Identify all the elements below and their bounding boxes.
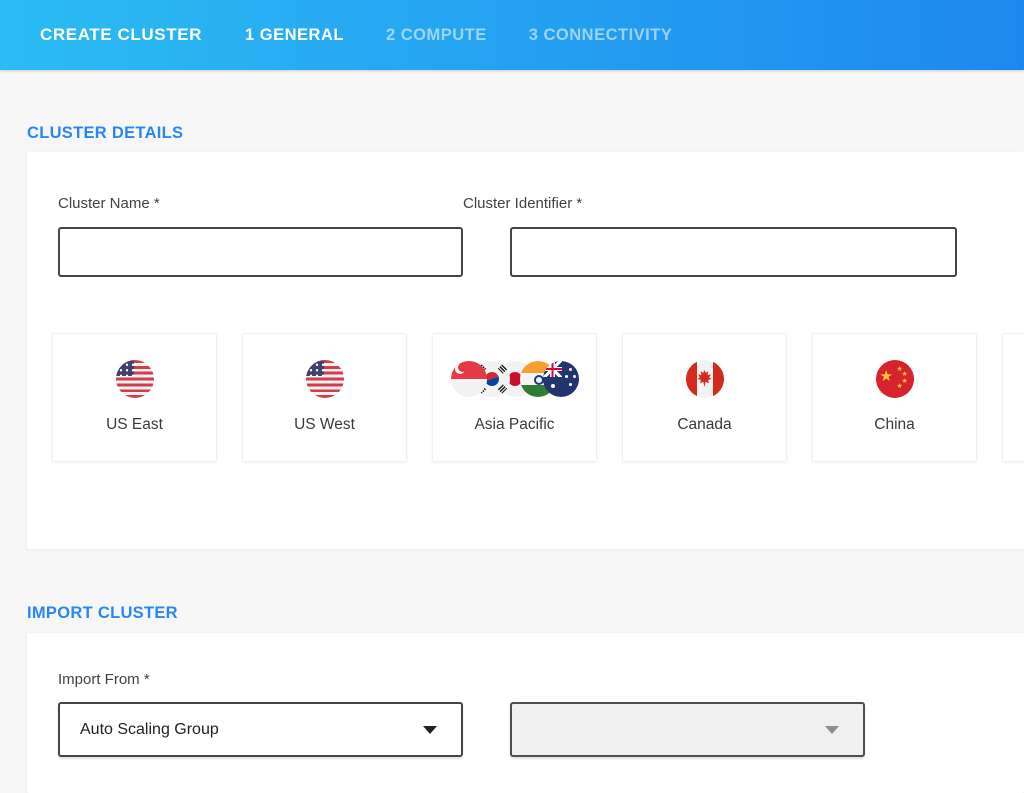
- cluster-identifier-label: Cluster Identifier *: [463, 195, 957, 213]
- china-flag-icon: ★★★★★: [876, 360, 914, 398]
- tab-compute[interactable]: 2 COMPUTE: [386, 26, 487, 45]
- cluster-identifier-input[interactable]: [510, 227, 957, 277]
- tab-connectivity[interactable]: 3 CONNECTIVITY: [529, 26, 673, 45]
- australia-flag-icon: [543, 361, 579, 397]
- cluster-details-card: Cluster Name * Cluster Identifier * US E…: [27, 152, 1024, 549]
- cluster-fields-row: Cluster Name * Cluster Identifier *: [58, 195, 1024, 277]
- import-cluster-heading: IMPORT CLUSTER: [27, 549, 1024, 622]
- wizard-header: CREATE CLUSTER 1 GENERAL 2 COMPUTE 3 CON…: [0, 0, 1024, 70]
- import-from-selected-value: Auto Scaling Group: [80, 721, 219, 739]
- asia-pacific-flags-icon: [451, 360, 579, 398]
- cluster-name-field: Cluster Name *: [58, 195, 463, 277]
- region-card-partial[interactable]: [1002, 333, 1024, 462]
- region-card-asia-pacific[interactable]: Asia Pacific: [432, 333, 597, 462]
- us-flag-icon: [116, 360, 154, 398]
- cluster-identifier-field: Cluster Identifier *: [463, 195, 957, 277]
- import-from-select[interactable]: Auto Scaling Group: [58, 702, 463, 757]
- import-source-select[interactable]: [510, 702, 865, 757]
- tab-general[interactable]: 1 GENERAL: [245, 26, 344, 45]
- chevron-down-icon: [423, 726, 437, 734]
- singapore-flag-icon: [451, 361, 487, 397]
- us-flag-icon: [306, 360, 344, 398]
- cluster-name-label: Cluster Name *: [58, 195, 463, 213]
- wizard-steps: 1 GENERAL 2 COMPUTE 3 CONNECTIVITY: [245, 26, 714, 45]
- chevron-down-icon: [825, 726, 839, 734]
- cluster-details-heading: CLUSTER DETAILS: [27, 70, 1024, 142]
- region-card-us-east[interactable]: US East: [52, 333, 217, 462]
- import-from-label: Import From *: [58, 672, 1024, 688]
- region-card-canada[interactable]: Canada: [622, 333, 787, 462]
- create-cluster-page: CREATE CLUSTER 1 GENERAL 2 COMPUTE 3 CON…: [0, 0, 1024, 793]
- region-card-us-west[interactable]: US West: [242, 333, 407, 462]
- region-card-china[interactable]: ★★★★★ China: [812, 333, 977, 462]
- canada-flag-icon: [686, 360, 724, 398]
- cluster-name-input[interactable]: [58, 227, 463, 277]
- import-cluster-card: Import From * Auto Scaling Group: [27, 633, 1024, 793]
- region-list: US East US West Asia Pacific Canada ★★★★…: [52, 333, 1024, 462]
- import-selects-row: Auto Scaling Group: [58, 702, 1024, 757]
- page-title: CREATE CLUSTER: [40, 25, 202, 45]
